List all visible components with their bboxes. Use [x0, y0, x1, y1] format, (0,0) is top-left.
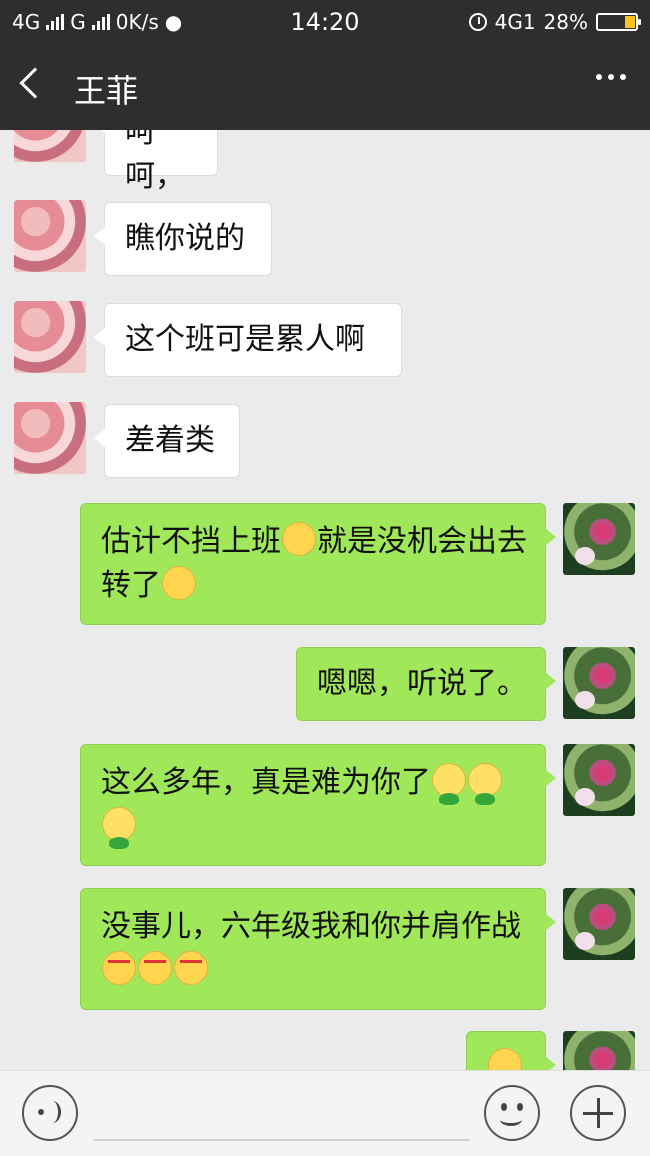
message-text: 这么多年，真是难为你了 — [101, 765, 431, 800]
angry-emoji-icon — [102, 951, 136, 985]
page-title: 王菲 — [74, 72, 139, 110]
message-text: 没事儿，六年级我和你并肩作战 — [101, 909, 521, 944]
avatar[interactable] — [563, 1031, 635, 1070]
status-bar: 4G G 0K/s ● 14:20 4G1 28% — [0, 0, 650, 44]
message-bubble-outgoing[interactable]: 估计不挡上班 就是没机会出去转了 — [80, 503, 556, 625]
message-input-line[interactable] — [94, 1139, 470, 1141]
avatar[interactable] — [14, 200, 86, 272]
angry-emoji-icon — [138, 951, 172, 985]
message-text: 这个班可是累人啊 — [125, 322, 365, 357]
message-bubble-outgoing[interactable]: 没事儿，六年级我和你并肩作战 — [80, 888, 556, 1010]
frog-emoji-icon — [102, 807, 136, 849]
avatar[interactable] — [14, 130, 86, 162]
chat-header: 王菲 — [0, 44, 650, 130]
voice-icon[interactable] — [22, 1085, 78, 1141]
avatar[interactable] — [563, 647, 635, 719]
frog-emoji-icon — [432, 763, 466, 805]
message-text: 差着类 — [125, 423, 215, 458]
message-text: 瞧你说的 — [125, 221, 245, 256]
input-bar — [0, 1070, 650, 1156]
back-arrow-icon[interactable] — [19, 67, 51, 99]
battery-percent: 28% — [543, 10, 588, 34]
emoji-icon[interactable] — [484, 1085, 540, 1141]
status-right: 4G1 28% — [468, 10, 641, 34]
battery-icon — [596, 13, 641, 31]
avatar[interactable] — [14, 402, 86, 474]
message-bubble-incoming[interactable]: 这个班可是累人啊 — [94, 303, 402, 377]
message-bubble-incoming[interactable]: 差着类 — [94, 404, 240, 478]
alarm-icon — [468, 13, 487, 31]
avatar[interactable] — [14, 301, 86, 373]
more-icon[interactable] — [596, 74, 626, 80]
angry-emoji-icon — [174, 951, 208, 985]
message-text: 嗯嗯，听说了。 — [317, 666, 527, 701]
avatar[interactable] — [563, 503, 635, 575]
plus-icon[interactable] — [570, 1085, 626, 1141]
message-bubble-outgoing[interactable]: 这么多年，真是难为你了 — [80, 744, 556, 866]
message-bubble-outgoing[interactable]: 嗯嗯，听说了。 — [296, 647, 556, 721]
smile-emoji-icon — [488, 1048, 522, 1070]
avatar[interactable] — [563, 744, 635, 816]
message-bubble-incoming[interactable]: 呵呵， — [94, 130, 218, 194]
chat-area[interactable]: 呵呵， 瞧你说的 这个班可是累人啊 差着类 估计不挡上班 就是没机会出去转了 嗯嗯… — [0, 130, 650, 1070]
frog-emoji-icon — [468, 763, 502, 805]
message-text: 呵呵， — [125, 130, 185, 194]
thinking-emoji-icon — [282, 522, 316, 556]
message-bubble-incoming[interactable]: 瞧你说的 — [94, 202, 272, 276]
battery-fill — [624, 16, 635, 28]
avatar[interactable] — [563, 888, 635, 960]
network-label-right: 4G1 — [494, 10, 536, 34]
sad-emoji-icon — [162, 566, 196, 600]
message-bubble-outgoing[interactable] — [466, 1031, 556, 1070]
message-text: 估计不挡上班 — [101, 524, 281, 559]
